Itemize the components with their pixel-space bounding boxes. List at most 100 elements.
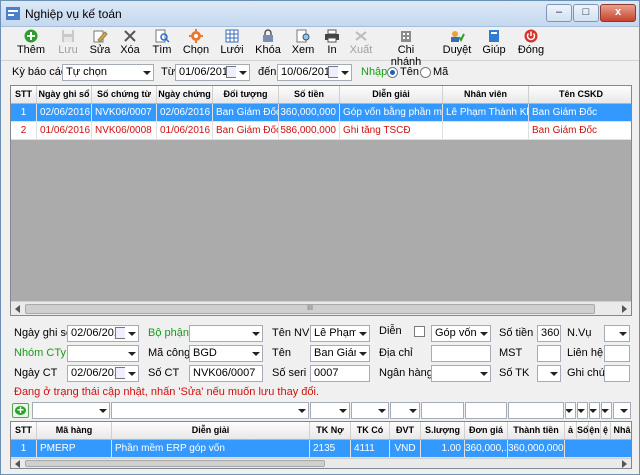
col-item-code[interactable]: Mã hàng bbox=[37, 422, 112, 439]
scroll-right-icon[interactable] bbox=[622, 460, 627, 468]
voucher-no-field[interactable]: NVK06/0007 bbox=[189, 365, 263, 382]
from-date-picker[interactable]: 01/06/2016 bbox=[175, 64, 250, 81]
col-amount[interactable]: Số tiền bbox=[279, 86, 340, 103]
amount-field[interactable]: 360, bbox=[537, 325, 561, 342]
company-code-select[interactable]: BGD bbox=[189, 345, 263, 362]
transaction-type-select[interactable] bbox=[604, 325, 630, 342]
col-b[interactable]: Số bbox=[577, 422, 589, 439]
detail-row[interactable]: 1 PMERP Phần mềm ERP góp vốn 2135 4111 V… bbox=[11, 440, 631, 458]
col-object[interactable]: Đối tượng bbox=[213, 86, 279, 103]
add-detail-button[interactable] bbox=[12, 403, 29, 418]
col-unit[interactable]: ĐVT bbox=[390, 422, 421, 439]
close-form-button[interactable]: Đóng bbox=[515, 29, 547, 59]
close-button[interactable]: x bbox=[600, 4, 636, 22]
detail-filter-col-e[interactable] bbox=[613, 402, 631, 419]
col-quantity[interactable]: S.lượng bbox=[421, 422, 465, 439]
description-select[interactable]: Góp vốn bằ bbox=[431, 325, 491, 342]
detail-grid-hscroll[interactable] bbox=[11, 458, 631, 468]
chevron-down-icon bbox=[477, 366, 490, 381]
col-voucher-date[interactable]: Ngày chứng bbox=[157, 86, 213, 103]
detail-filter-debit[interactable] bbox=[310, 402, 350, 419]
serial-field[interactable]: 0007 bbox=[310, 365, 370, 382]
code-radio-label: Mã bbox=[433, 66, 449, 78]
company-group-select[interactable] bbox=[67, 345, 139, 362]
scroll-left-icon[interactable] bbox=[15, 460, 20, 468]
col-stt[interactable]: STT bbox=[11, 86, 37, 103]
chevron-down-icon bbox=[338, 65, 351, 80]
search-button[interactable]: Tìm bbox=[149, 29, 175, 59]
preview-button[interactable]: Xem bbox=[289, 29, 317, 59]
col-c[interactable]: ện bbox=[589, 422, 601, 439]
voucher-grid-hscroll[interactable]: III bbox=[11, 301, 631, 315]
scroll-thumb[interactable] bbox=[25, 460, 325, 467]
detail-filter-col-a[interactable] bbox=[565, 402, 576, 419]
detail-filter-description[interactable] bbox=[111, 402, 309, 419]
account-no-select[interactable] bbox=[537, 365, 561, 382]
department-label: Bộ phận bbox=[148, 327, 189, 339]
description-checkbox[interactable] bbox=[414, 326, 425, 337]
detail-filter-total[interactable] bbox=[508, 402, 564, 419]
export-button[interactable]: Xuất bbox=[347, 29, 375, 59]
tax-code-field[interactable] bbox=[537, 345, 561, 362]
col-employee[interactable]: Nhân viên bbox=[443, 86, 529, 103]
voucher-date-picker[interactable]: 02/06/2016 bbox=[67, 365, 139, 382]
grid-icon bbox=[225, 29, 239, 43]
branch-button[interactable]: Chi nhánh bbox=[381, 29, 431, 68]
note-field[interactable] bbox=[604, 365, 630, 382]
detail-filter-col-c[interactable] bbox=[589, 402, 600, 419]
detail-filter-price[interactable] bbox=[465, 402, 507, 419]
col-d[interactable]: ệ bbox=[601, 422, 611, 439]
export-icon bbox=[355, 31, 367, 41]
col-description[interactable]: Diễn giải bbox=[112, 422, 310, 439]
name-select[interactable]: Ban Giám Đ bbox=[310, 345, 370, 362]
col-stt[interactable]: STT bbox=[11, 422, 37, 439]
detail-filter-qty[interactable] bbox=[421, 402, 464, 419]
col-a[interactable]: ả bbox=[565, 422, 577, 439]
voucher-row[interactable]: 1 02/06/2016 NVK06/0007 02/06/2016 Ban G… bbox=[11, 104, 631, 122]
detail-filter-item[interactable] bbox=[32, 402, 110, 419]
col-voucher-no[interactable]: Số chứng từ bbox=[92, 86, 157, 103]
minimize-button[interactable]: – bbox=[546, 4, 572, 22]
code-radio[interactable] bbox=[420, 67, 431, 78]
help-button[interactable]: Giúp bbox=[479, 29, 509, 59]
voucher-row[interactable]: 2 01/06/2016 NVK06/0008 01/06/2016 Ban G… bbox=[11, 122, 631, 140]
scroll-right-icon[interactable] bbox=[622, 305, 627, 313]
detail-filter-col-b[interactable] bbox=[577, 402, 588, 419]
col-total[interactable]: Thành tiền bbox=[508, 422, 565, 439]
approve-button[interactable]: Duyệt bbox=[441, 29, 473, 59]
to-label: đến bbox=[258, 66, 277, 78]
delete-button[interactable]: Xóa bbox=[117, 29, 143, 59]
employee-select[interactable]: Lê Phạm T bbox=[310, 325, 370, 342]
title-bar: Nghiệp vụ kế toán – □ x bbox=[1, 1, 639, 27]
period-select[interactable]: Tự chọn bbox=[62, 64, 154, 81]
add-button[interactable]: Thêm bbox=[13, 29, 49, 59]
detail-filter-credit[interactable] bbox=[351, 402, 389, 419]
print-button[interactable]: In bbox=[321, 29, 343, 59]
from-label: Từ bbox=[161, 66, 176, 78]
scroll-left-icon[interactable] bbox=[15, 305, 20, 313]
detail-filter-col-d[interactable] bbox=[601, 402, 612, 419]
col-description[interactable]: Diễn giải bbox=[340, 86, 443, 103]
save-button[interactable]: Lưu bbox=[53, 29, 83, 59]
grid-button[interactable]: Lưới bbox=[217, 29, 247, 59]
address-field[interactable] bbox=[431, 345, 491, 362]
bank-select[interactable] bbox=[431, 365, 491, 382]
col-business-unit[interactable]: Tên CSKD bbox=[529, 86, 631, 103]
name-radio[interactable] bbox=[387, 67, 398, 78]
contact-field[interactable] bbox=[604, 345, 630, 362]
col-posting-date[interactable]: Ngày ghi sổ bbox=[37, 86, 92, 103]
select-button[interactable]: Chọn bbox=[181, 29, 211, 59]
col-credit-account[interactable]: TK Có bbox=[351, 422, 390, 439]
lock-button[interactable]: Khóa bbox=[253, 29, 283, 59]
col-debit-account[interactable]: TK Nợ bbox=[310, 422, 351, 439]
to-date-picker[interactable]: 10/06/2016 bbox=[277, 64, 352, 81]
detail-filter-unit[interactable] bbox=[390, 402, 420, 419]
scroll-thumb[interactable]: III bbox=[25, 304, 595, 314]
maximize-button[interactable]: □ bbox=[573, 4, 599, 22]
col-e[interactable]: Nhâ bbox=[611, 422, 631, 439]
department-select[interactable] bbox=[189, 325, 263, 342]
edit-button[interactable]: Sửa bbox=[87, 29, 113, 59]
window-title: Nghiệp vụ kế toán bbox=[25, 7, 122, 21]
posting-date-picker[interactable]: 02/06/2016 bbox=[67, 325, 139, 342]
col-unit-price[interactable]: Đơn giá bbox=[465, 422, 508, 439]
